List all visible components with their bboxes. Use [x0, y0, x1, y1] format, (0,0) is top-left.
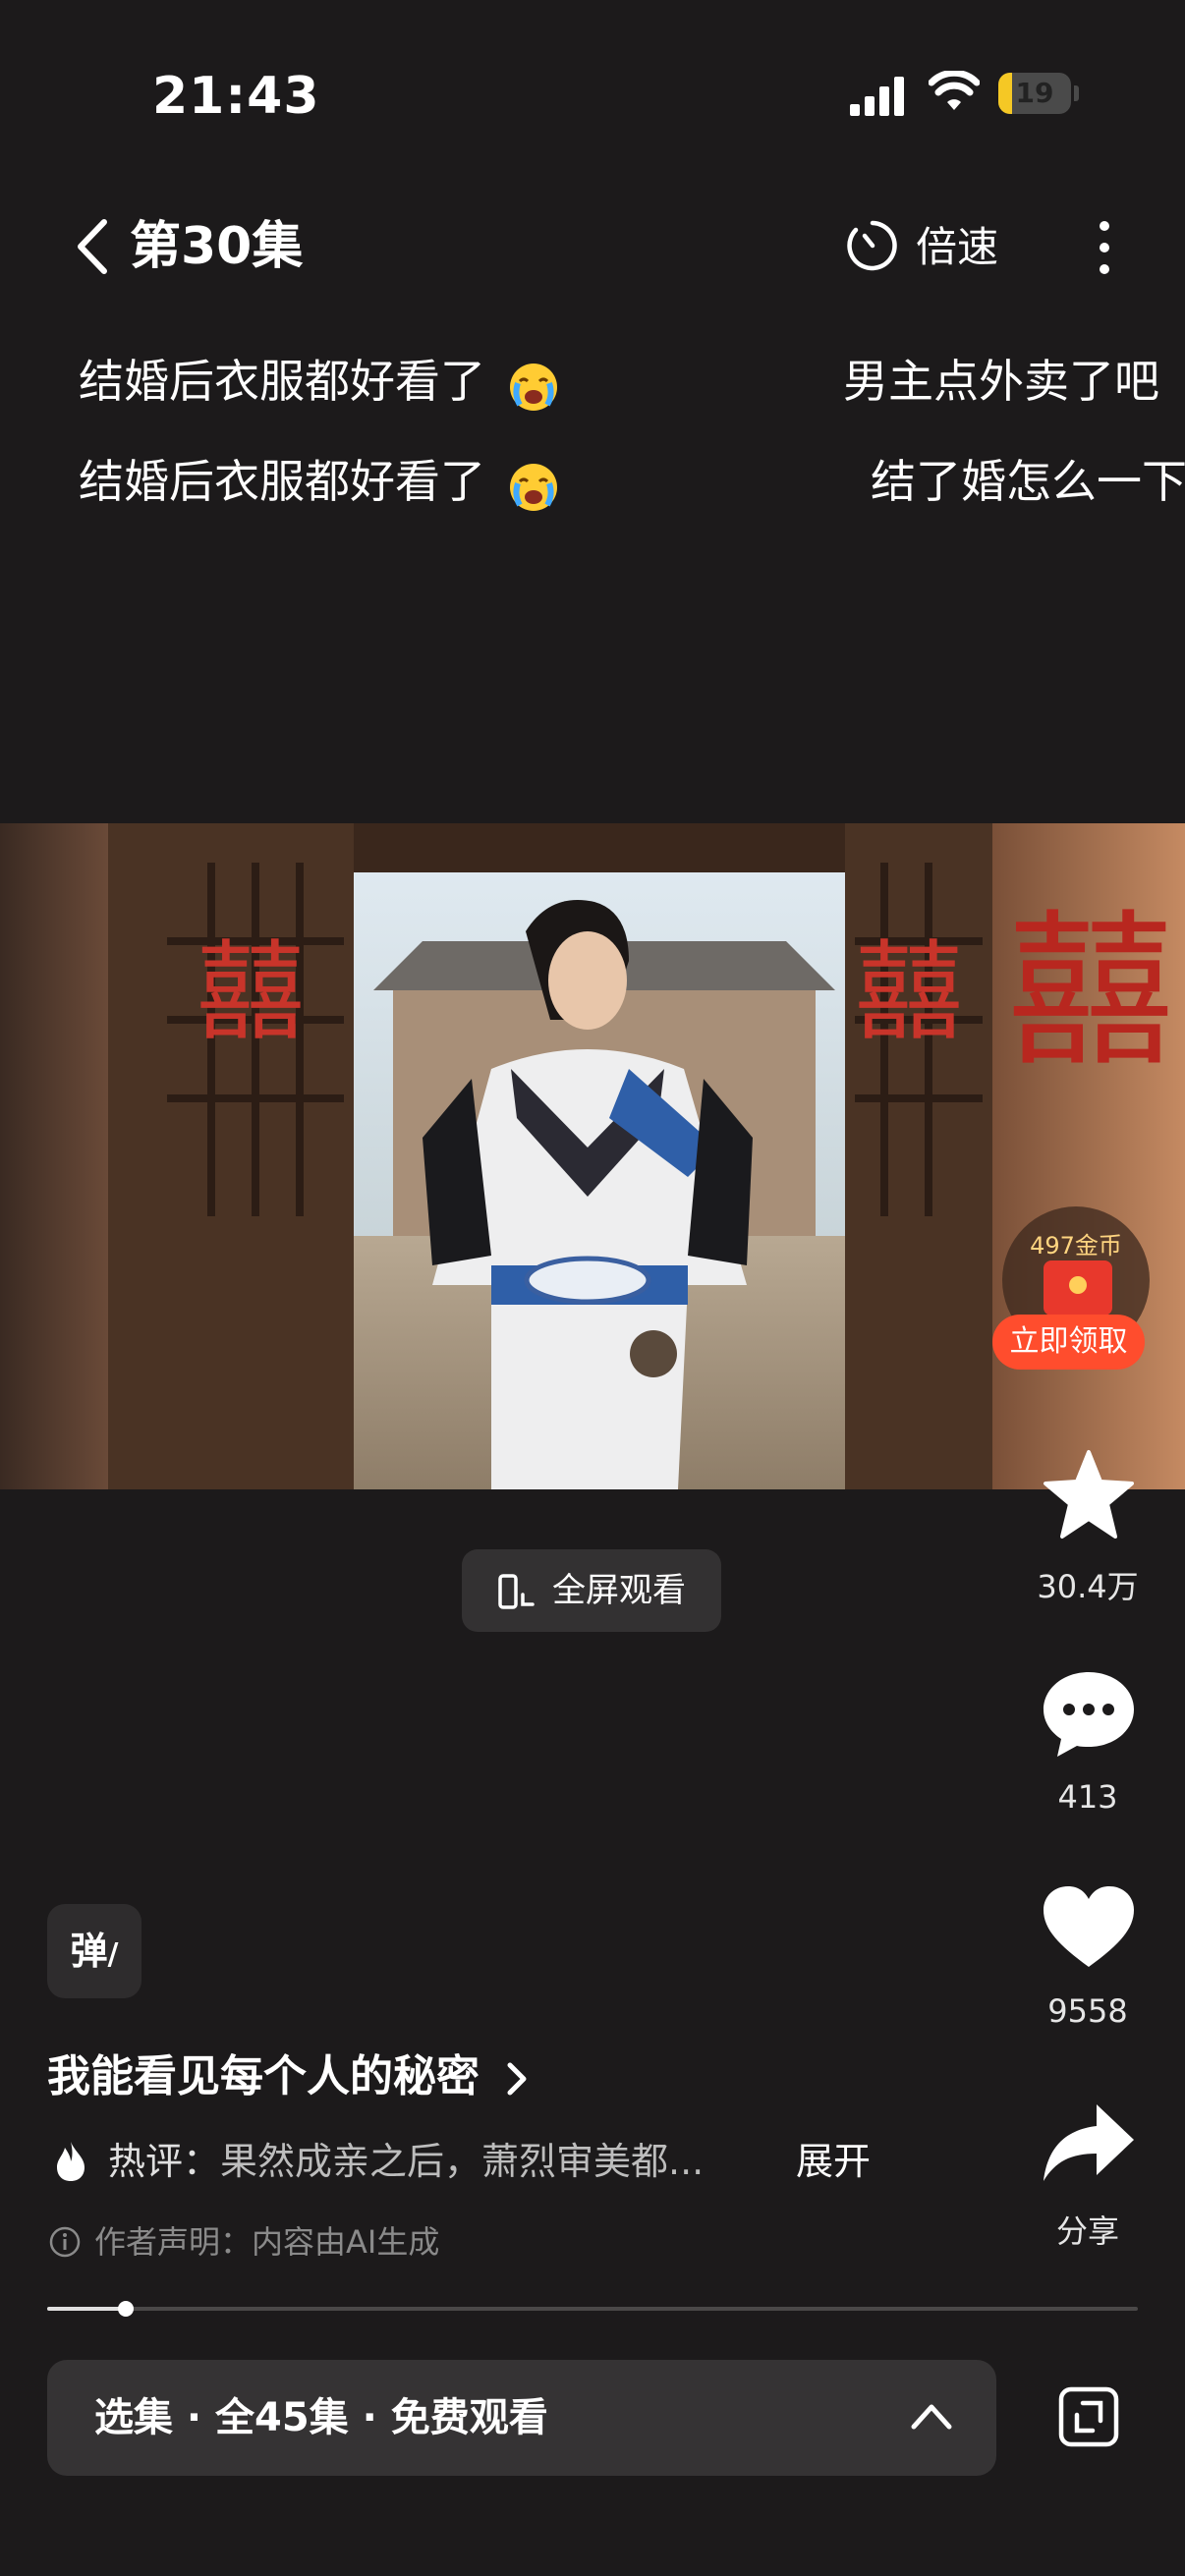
favorite-count: 30.4万: [1037, 1568, 1139, 1605]
info-icon: [49, 2226, 81, 2258]
chevron-left-icon[interactable]: [71, 218, 114, 275]
progress-handle[interactable]: [117, 2301, 134, 2317]
episode-selector-button[interactable]: 选集 · 全45集 · 免费观看: [47, 2360, 996, 2476]
crying-face-emoji: [509, 363, 557, 411]
playback-progress-bar[interactable]: [47, 2301, 1138, 2317]
chevron-up-icon: [911, 2404, 952, 2430]
flame-icon: [57, 2142, 85, 2181]
fullscreen-button[interactable]: 全屏观看: [462, 1549, 721, 1632]
svg-text:囍: 囍: [197, 929, 305, 1055]
share-icon[interactable]: [1040, 2095, 1138, 2193]
timer-icon[interactable]: [845, 218, 900, 273]
battery-indicator: 19: [998, 73, 1079, 114]
danmaku-comment: 结婚后衣服都好看了: [79, 452, 563, 515]
speed-button[interactable]: 倍速: [916, 220, 998, 275]
fullscreen-label: 全屏观看: [552, 1571, 686, 1610]
share-label[interactable]: 分享: [1019, 2207, 1157, 2252]
video-frame[interactable]: 囍 囍 囍: [0, 823, 1185, 1489]
claim-reward-button[interactable]: 立即领取: [992, 1315, 1145, 1370]
rotate-screen-icon: [498, 1574, 535, 1609]
danmaku-comment: 男主点外卖了吧: [843, 355, 1159, 408]
ai-disclaimer: 作者声明：内容由AI生成: [94, 2223, 440, 2261]
status-time: 21:43: [152, 67, 320, 126]
star-icon[interactable]: [1040, 1446, 1138, 1544]
episode-selector-label: 选集 · 全45集 · 免费观看: [94, 2395, 548, 2440]
progress-fill: [47, 2307, 126, 2311]
danmaku-comment: 结婚后衣服都好看了: [79, 352, 563, 415]
coin-reward-badge[interactable]: 497金币 立即领取: [992, 1206, 1150, 1370]
like-count: 9558: [1047, 1992, 1128, 2030]
coin-amount: 497金币: [1030, 1232, 1122, 1260]
danmaku-toggle-button[interactable]: 弹/: [47, 1904, 141, 1998]
drama-title: 我能看见每个人的秘密: [47, 2051, 480, 2101]
svg-text:囍: 囍: [855, 929, 963, 1055]
episode-title: 第30集: [130, 217, 304, 276]
hot-comment: 热评：果然成亲之后，萧烈审美都...: [108, 2140, 705, 2183]
red-envelope-icon: [1044, 1260, 1112, 1316]
drama-title-link[interactable]: 我能看见每个人的秘密: [47, 2047, 532, 2106]
picture-in-picture-icon[interactable]: [1057, 2385, 1120, 2448]
more-vertical-icon[interactable]: [1091, 220, 1118, 275]
svg-text:囍: 囍: [1007, 895, 1174, 1090]
comment-icon[interactable]: [1040, 1664, 1138, 1763]
danmaku-comment: 结了婚怎么一下: [871, 455, 1185, 508]
cellular-signal-icon: [850, 77, 904, 116]
heart-icon[interactable]: [1040, 1878, 1138, 1977]
crying-face-emoji: [509, 463, 557, 511]
expand-button[interactable]: 展开: [796, 2134, 871, 2189]
battery-level: 19: [1015, 77, 1054, 109]
comment-count: 413: [1057, 1778, 1118, 1816]
chevron-right-icon: [507, 2062, 527, 2096]
wifi-icon: [929, 71, 980, 110]
